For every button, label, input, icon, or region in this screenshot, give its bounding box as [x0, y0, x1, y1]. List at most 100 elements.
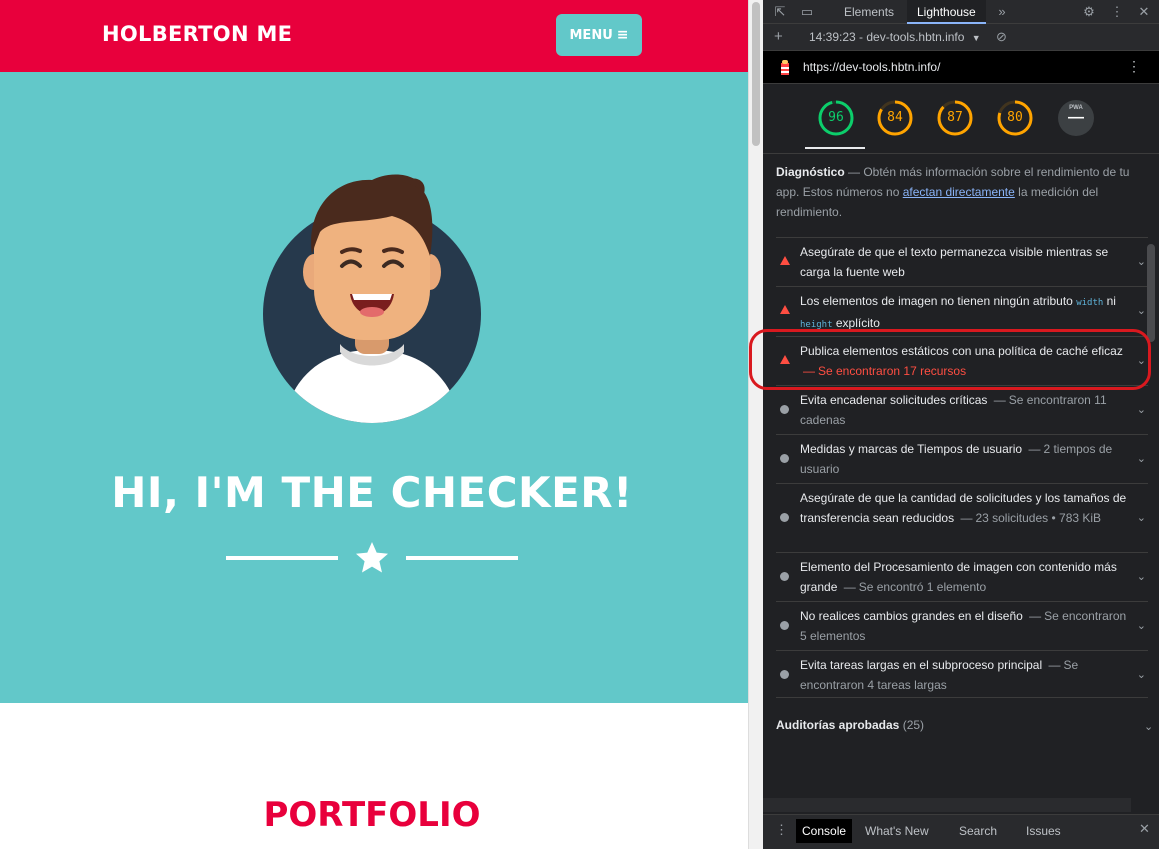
audit-dash: —: [993, 393, 1006, 407]
score-gauge-seo[interactable]: 80: [997, 100, 1033, 136]
kebab-menu-icon[interactable]: ⋮: [1109, 4, 1125, 20]
drawer-tab-issues[interactable]: Issues: [1020, 819, 1067, 843]
audit-text: Elemento del Procesamiento de imagen con…: [800, 557, 1136, 597]
score-value: 87: [947, 110, 963, 125]
info-dot-icon: [780, 513, 789, 522]
score-gauge-pwa[interactable]: PWA —: [1058, 100, 1094, 136]
tab-lighthouse[interactable]: Lighthouse: [907, 0, 986, 24]
score-value: 80: [1007, 110, 1023, 125]
audit-text: Evita tareas largas en el subproceso pri…: [800, 655, 1136, 695]
diagnostics-dash: —: [844, 165, 864, 179]
lighthouse-toolbar: + 14:39:23 - dev-tools.hbtn.info ▼ ⊘: [763, 24, 1159, 51]
audit-title: Evita encadenar solicitudes críticas: [800, 393, 988, 407]
chevron-down-icon: ⌄: [1136, 256, 1146, 268]
close-drawer-icon[interactable]: ✕: [1139, 821, 1150, 837]
devtools-tabbar: ⇱ ▭ Elements Lighthouse » ⚙ ⋮ ✕: [763, 0, 1159, 24]
diagnostics-intro: Diagnóstico — Obtén más información sobr…: [776, 162, 1136, 222]
diagnostics-title: Diagnóstico: [776, 165, 845, 179]
drawer-menu-icon[interactable]: ⋮: [775, 822, 788, 838]
menu-button[interactable]: MENU ≡: [556, 14, 642, 56]
audit-item[interactable]: No realices cambios grandes en el diseño…: [776, 601, 1148, 650]
fail-triangle-icon: [780, 305, 790, 314]
horizontal-scrollbar[interactable]: [763, 798, 1131, 812]
audit-item[interactable]: Medidas y marcas de Tiempos de usuario —…: [776, 434, 1148, 483]
audit-text: Evita encadenar solicitudes críticas — Se…: [800, 390, 1136, 430]
info-dot-icon: [780, 405, 789, 414]
audit-title: Asegúrate de que el texto permanezca vis…: [800, 245, 1109, 279]
report-url-bar: https://dev-tools.hbtn.info/ ⋮: [763, 51, 1159, 84]
close-icon[interactable]: ✕: [1136, 4, 1152, 20]
hamburger-icon: ≡: [616, 27, 629, 43]
audit-item[interactable]: Evita encadenar solicitudes críticas — Se…: [776, 385, 1148, 434]
drawer-tab-console[interactable]: Console: [796, 819, 853, 843]
audit-text: Medidas y marcas de Tiempos de usuario —…: [800, 439, 1136, 479]
audit-item[interactable]: Asegúrate de que la cantidad de solicitu…: [776, 483, 1148, 552]
audit-display-value: 23 solicitudes • 783 KiB: [975, 511, 1102, 525]
device-toolbar-icon[interactable]: ▭: [799, 4, 815, 20]
report-url: https://dev-tools.hbtn.info/: [803, 60, 941, 74]
highlight-annotation: [749, 329, 1151, 390]
selected-gauge-indicator: [805, 147, 865, 149]
clear-icon[interactable]: ⊘: [996, 29, 1007, 45]
info-dot-icon: [780, 670, 789, 679]
score-gauge-performance[interactable]: 96: [818, 100, 854, 136]
console-drawer-tabbar: ⋮ Console What's New Search Issues ✕: [763, 814, 1159, 849]
website-viewport: HOLBERTON ME MENU ≡ HI, I'M THE CHECKER!: [0, 0, 748, 849]
page-scrollbar[interactable]: [748, 0, 763, 849]
score-gauge-best-practices[interactable]: 87: [937, 100, 973, 136]
hero-title: HI, I'M THE CHECKER!: [111, 468, 633, 517]
audit-display-value: Se encontró 1 elemento: [858, 580, 987, 594]
chevron-down-icon: ⌄: [1136, 404, 1146, 416]
audit-dash: —: [1048, 658, 1061, 672]
drawer-tab-whats-new[interactable]: What's New: [859, 819, 935, 843]
chevron-down-icon: ⌄: [1144, 721, 1154, 733]
code-width: width: [1076, 298, 1104, 308]
star-icon: [356, 542, 388, 573]
chevron-down-icon: ⌄: [1136, 669, 1146, 681]
pwa-dash: —: [1068, 109, 1084, 126]
passed-audits-count: (25): [902, 718, 925, 732]
chevron-down-icon: ⌄: [1136, 453, 1146, 465]
score-value: 84: [887, 110, 903, 125]
passed-audits-label: Auditorías aprobadas: [776, 718, 900, 732]
info-dot-icon: [780, 572, 789, 581]
inspect-element-icon[interactable]: ⇱: [772, 4, 788, 20]
audit-dash: —: [843, 580, 856, 594]
fail-triangle-icon: [780, 256, 790, 265]
drawer-tab-search[interactable]: Search: [953, 819, 1003, 843]
site-brand[interactable]: HOLBERTON ME: [102, 22, 292, 46]
audit-item[interactable]: Elemento del Procesamiento de imagen con…: [776, 552, 1148, 601]
score-gauge-accessibility[interactable]: 84: [877, 100, 913, 136]
chevron-down-icon: ⌄: [1136, 512, 1146, 524]
report-menu-icon[interactable]: ⋮: [1127, 58, 1141, 75]
audit-dash: —: [1029, 609, 1042, 623]
avatar-image: [263, 174, 481, 423]
chevron-down-icon: ⌄: [1136, 620, 1146, 632]
audit-item[interactable]: Asegúrate de que el texto permanezca vis…: [776, 237, 1148, 286]
chevron-down-icon: ⌄: [1136, 571, 1146, 583]
info-dot-icon: [780, 621, 789, 630]
report-scrollbar-thumb[interactable]: [1147, 244, 1155, 342]
info-dot-icon: [780, 454, 789, 463]
portfolio-heading: PORTFOLIO: [263, 795, 481, 835]
learn-more-link[interactable]: afectan directamente: [903, 185, 1015, 199]
audit-title-part: ni: [1103, 294, 1116, 308]
passed-audits-header[interactable]: Auditorías aprobadas (25): [776, 718, 924, 732]
menu-label: MENU: [569, 27, 613, 43]
audit-dash: —: [960, 511, 973, 525]
audit-text: Asegúrate de que la cantidad de solicitu…: [800, 488, 1136, 528]
double-chevron-icon[interactable]: »: [994, 4, 1010, 20]
tab-elements[interactable]: Elements: [834, 0, 904, 24]
plus-icon[interactable]: +: [774, 28, 783, 45]
gear-icon[interactable]: ⚙: [1081, 4, 1097, 20]
audit-text: No realices cambios grandes en el diseño…: [800, 606, 1136, 646]
chevron-down-icon: ⌄: [1136, 305, 1146, 317]
report-selector[interactable]: 14:39:23 - dev-tools.hbtn.info ▼: [809, 30, 981, 44]
audit-title: Medidas y marcas de Tiempos de usuario: [800, 442, 1023, 456]
audit-title: No realices cambios grandes en el diseño: [800, 609, 1023, 623]
audit-item[interactable]: Evita tareas largas en el subproceso pri…: [776, 650, 1148, 698]
dropdown-arrow-icon: ▼: [971, 33, 981, 43]
page-scrollbar-thumb[interactable]: [752, 2, 760, 146]
audit-title-part: explícito: [832, 316, 880, 330]
audit-title-part: Los elementos de imagen no tienen ningún…: [800, 294, 1077, 308]
